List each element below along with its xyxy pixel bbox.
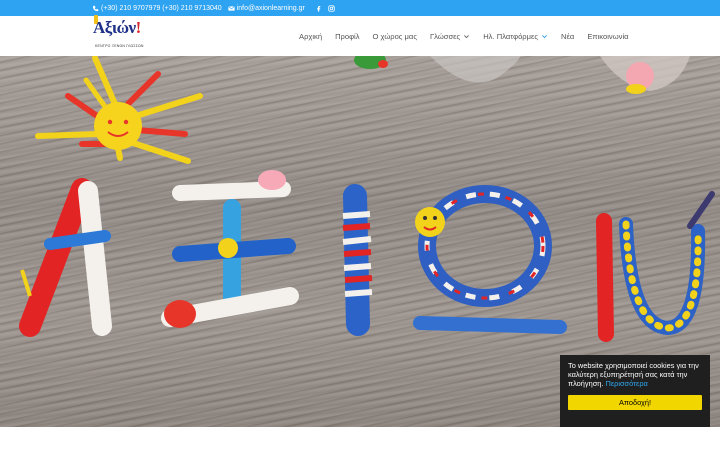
nav-label: Ηλ. Πλατφόρμες (483, 31, 539, 41)
sun-decoration (35, 56, 203, 164)
cookie-accept-button[interactable]: Αποδοχή! (568, 395, 702, 410)
nav-item-e-platforms[interactable]: Ηλ. Πλατφόρμες (483, 32, 548, 41)
chevron-down-icon (464, 34, 470, 38)
logo-brand-text: Αξιών (93, 18, 136, 37)
nav-item-our-space[interactable]: Ο χώρος μας (373, 32, 417, 41)
logo-wordmark: Αξιών! (93, 18, 141, 38)
nav-label: Επικοινωνία (587, 31, 629, 41)
facebook-icon[interactable] (315, 5, 322, 12)
phone-info: (+30) 210 9707979 (+30) 210 9713040 (92, 5, 222, 12)
logo-exclaim: ! (135, 18, 142, 37)
nav-label: Γλώσσες (429, 31, 461, 41)
nav-label: Αρχική (299, 31, 323, 41)
clay-shape (430, 56, 520, 83)
nav-label: Ο χώρος μας (372, 31, 417, 41)
clay-blob (626, 84, 646, 94)
page-content-start (0, 427, 720, 450)
cookie-message: Το website χρησιμοποιεί cookies για την … (568, 361, 702, 388)
chevron-down-icon (542, 34, 547, 38)
nav-item-contact[interactable]: Επικοινωνία (587, 32, 628, 41)
phone-icon (93, 5, 99, 11)
cookie-banner: Το website χρησιμοποιεί cookies για την … (560, 355, 710, 427)
instagram-icon[interactable] (328, 4, 335, 12)
clay-letter-omega (413, 185, 567, 334)
social-links (315, 4, 335, 12)
logo-tagline: ΚΕΝΤΡΟ ΞΕΝΩΝ ΓΛΩΣΣΩΝ (95, 44, 144, 48)
envelope-icon (227, 5, 235, 11)
top-contact-bar: (+30) 210 9707979 (+30) 210 9713040 info… (0, 0, 720, 16)
clay-letter-nu (596, 191, 715, 342)
phone-numbers[interactable]: (+30) 210 9707979 (+30) 210 9713040 (101, 5, 222, 12)
clay-blob (378, 60, 388, 68)
nav-label: Προφίλ (335, 31, 360, 41)
clay-letter-iota (342, 184, 373, 336)
clay-letter-a (19, 178, 112, 337)
cookie-more-link[interactable]: Περισσότερα (606, 379, 648, 388)
nav-label: Νέα (561, 31, 575, 41)
site-logo[interactable]: Αξιών! ΚΕΝΤΡΟ ΞΕΝΩΝ ΓΛΩΣΣΩΝ (93, 15, 145, 54)
email-address[interactable]: info@axionlearning.gr (237, 5, 305, 12)
nav-item-home[interactable]: Αρχική (299, 32, 322, 41)
clay-letter-xi (161, 170, 299, 328)
nav-item-languages[interactable]: Γλώσσες (430, 32, 470, 41)
nav-item-news[interactable]: Νέα (561, 32, 574, 41)
email-info: info@axionlearning.gr (227, 5, 305, 12)
main-nav: Αρχική Προφίλ Ο χώρος μας Γλώσσες Ηλ. Πλ… (299, 16, 642, 56)
nav-item-profile[interactable]: Προφίλ (335, 32, 359, 41)
